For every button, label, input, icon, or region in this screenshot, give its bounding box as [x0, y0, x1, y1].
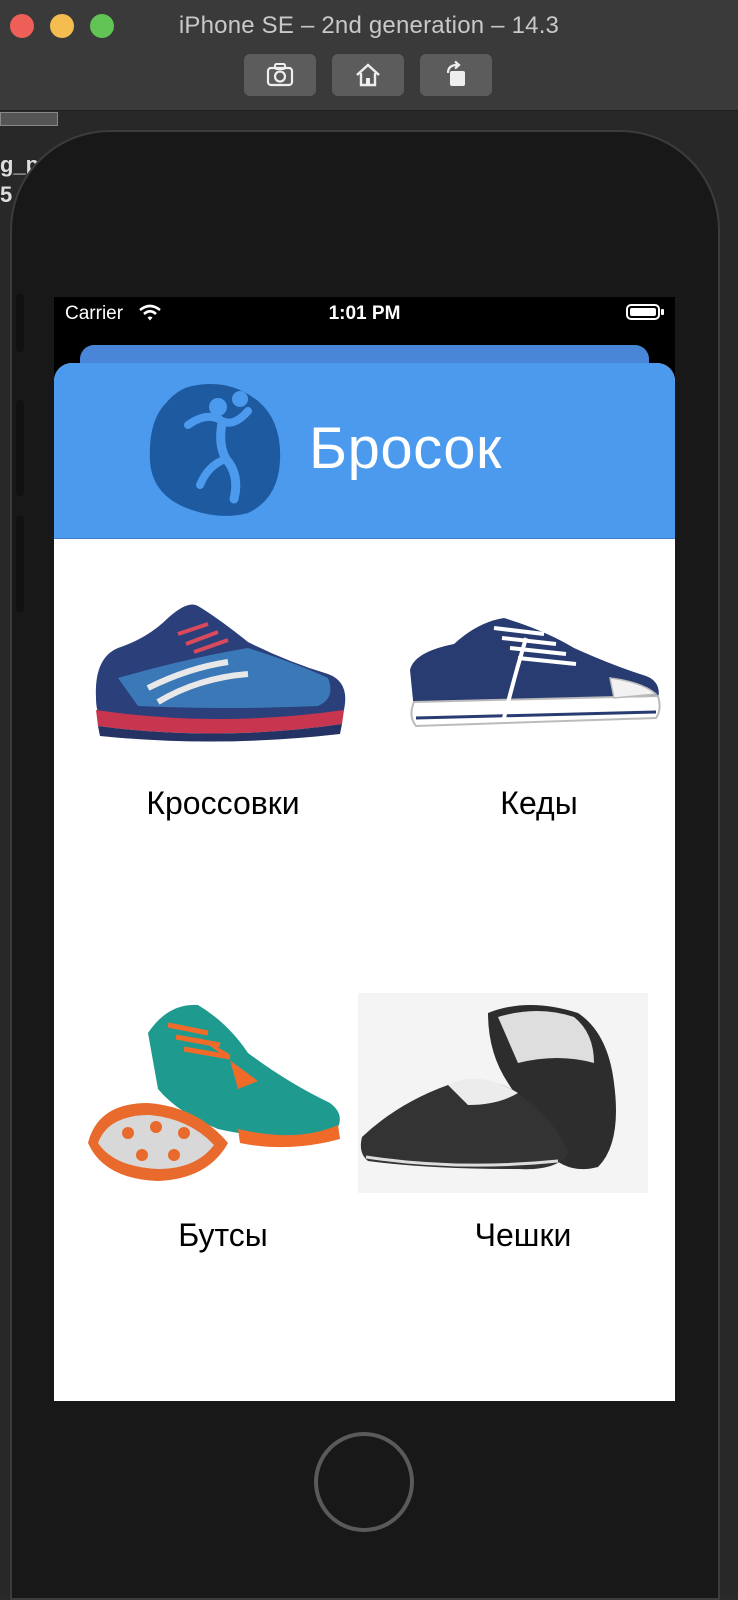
volume-down-button: [16, 516, 24, 612]
handball-player-icon: [149, 384, 281, 516]
home-icon: [356, 63, 380, 87]
running-shoe-image: [95, 604, 346, 742]
battery-icon: [626, 304, 660, 320]
window-title: iPhone SE – 2nd generation – 14.3: [178, 12, 560, 39]
football-boot-image: [88, 1004, 340, 1181]
home-button[interactable]: [332, 54, 404, 96]
title-bar: iPhone SE – 2nd generation – 14.3: [0, 0, 738, 111]
rotate-button[interactable]: [420, 54, 492, 96]
screenshot-button[interactable]: [244, 54, 316, 96]
category-label: Кроссовки: [146, 785, 300, 821]
background-window-fragment: [0, 112, 58, 126]
volume-up-button: [16, 400, 24, 496]
battery-tip: [661, 309, 664, 315]
app-header: Бросок: [54, 363, 675, 539]
rotate-icon: [446, 60, 465, 86]
page-title: Бросок: [309, 416, 502, 481]
category-label: Чешки: [474, 1217, 572, 1253]
status-time: 1:01 PM: [328, 303, 401, 324]
category-item-sneakers[interactable]: Кеды: [394, 578, 675, 828]
category-item-football-boots[interactable]: Бутсы: [78, 993, 368, 1253]
status-bar: Carrier 1:01 PM: [54, 297, 675, 335]
device-screen: Carrier 1:01 PM Бросок Кроссовки Кеды Бу…: [54, 297, 675, 1401]
mute-switch: [16, 294, 24, 352]
camera-icon: [266, 63, 294, 87]
category-item-running-shoes[interactable]: Кроссовки: [78, 578, 368, 828]
simulator-window: iPhone SE – 2nd generation – 14.3 g_p 5 …: [0, 0, 738, 1600]
category-item-slippers[interactable]: Чешки: [358, 993, 648, 1253]
device-home-button[interactable]: [314, 1432, 414, 1532]
canvas-sneaker-image: [410, 618, 661, 728]
category-label: Кеды: [500, 785, 578, 821]
ballet-slipper-image: [358, 993, 648, 1193]
modal-sheet: Бросок Кроссовки Кеды Бутсы Чешки: [54, 363, 675, 1401]
category-label: Бутсы: [178, 1217, 268, 1253]
